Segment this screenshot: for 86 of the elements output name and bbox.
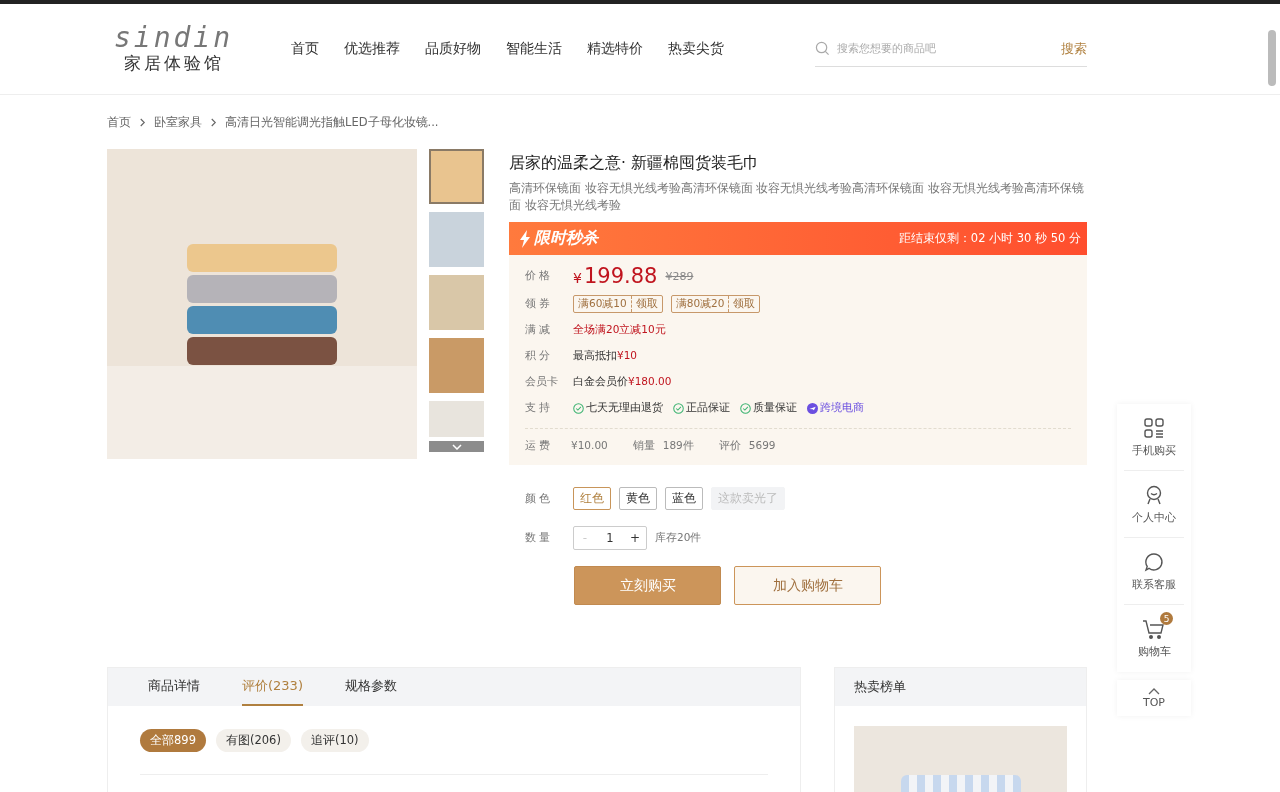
sale-price: ¥199.88 [573,264,658,288]
plane-icon [807,402,818,414]
thumbnail-photo-placeholder[interactable] [429,212,484,267]
product-title: 居家的温柔之意· 新疆棉囤货装毛巾 [509,153,760,174]
color-option[interactable]: 蓝色 [665,487,703,510]
nav-link[interactable]: 优选推荐 [344,40,400,58]
add-to-cart-button[interactable]: 加入购物车 [734,566,881,605]
original-price: ¥289 [665,269,694,283]
chevron-right-icon [139,117,146,127]
increase-button[interactable]: + [624,530,646,545]
cart-count-badge: 5 [1160,612,1173,625]
row-value: 白金会员价¥180.00 [573,375,672,389]
review-filter-chip[interactable]: 追评(10) [300,729,369,752]
thumbnail-photo-placeholder[interactable] [429,401,484,437]
guarantee-text: 正品保证 [686,401,730,415]
row-label: 满 减 [525,323,552,337]
row-label: 领 券 [525,297,552,311]
caret-up-icon [1148,687,1160,695]
check-circle-icon [673,402,684,414]
nav-link[interactable]: 品质好物 [425,40,481,58]
nav-link[interactable]: 精选特价 [587,40,643,58]
grid-icon [1143,416,1165,439]
chat-bubble-icon [1143,550,1165,573]
search-field[interactable]: 搜索您想要的商品吧 搜索 [815,31,1087,67]
logo-wordmark: sindin [113,23,234,52]
row-label: 颜 色 [525,491,552,506]
quantity-stepper[interactable]: - 1 + [573,525,647,550]
hot-list-title: 热卖榜单 [854,678,907,696]
row-label: 会员卡 [525,375,559,389]
search-button[interactable]: 搜索 [1061,39,1087,58]
nav-link[interactable]: 智能生活 [506,40,562,58]
color-option[interactable]: 黄色 [619,487,657,510]
stat-value: 189件 [662,439,694,453]
toolbar-item[interactable]: 手机购买 [1124,404,1184,471]
quantity-value: 1 [605,530,615,545]
stat-label: 运 费 [525,439,552,453]
breadcrumb-link[interactable]: 首页 [107,114,131,130]
thumbnail-photo-placeholder[interactable] [429,149,484,204]
row-value: 最高抵扣¥10 [573,349,638,363]
thumbnail-photo-placeholder[interactable] [429,275,484,330]
stock-text: 库存20件 [655,530,702,545]
check-circle-icon [740,402,751,414]
coupon-tag[interactable]: 满60减10 领取 [573,295,663,313]
row-label: 支 持 [525,401,552,415]
toolbar-item[interactable]: 联系客服 [1124,538,1184,605]
stat-value: 5699 [748,439,776,453]
search-icon [815,41,830,56]
thumbnail-photo-placeholder[interactable] [429,338,484,393]
coupon-text: 满80减20 [674,296,726,311]
breadcrumb-link[interactable]: 高清日光智能调光指触LED子母化妆镜... [225,114,439,130]
toolbar-item[interactable]: 个人中心 [1124,471,1184,538]
claim-link[interactable]: 领取 [728,296,760,312]
back-to-top-button[interactable]: TOP [1117,680,1191,716]
lightning-icon [519,229,531,248]
scroll-down-button[interactable] [429,441,484,452]
review-filter-chip[interactable]: 有图(206) [215,729,291,752]
countdown-text: 距结束仅剩：02 小时 30 秒 50 分 [898,231,1081,246]
product-subtitle: 高清环保镜面 妆容无惧光线考验高清环保镜面 妆容无惧光线考验高清环保镜面 妆容无惧光线考验高清环保镜面 妆容无惧光线考验 [509,180,1085,214]
coupon-text: 满60减10 [577,296,628,311]
stat-value: ¥10.00 [571,439,608,453]
guarantee-text: 七天无理由退货 [586,401,663,415]
color-option[interactable]: 红色 [573,487,611,510]
claim-link[interactable]: 领取 [630,296,662,312]
scrollbar-thumb[interactable] [1268,30,1276,86]
row-label: 数 量 [525,530,552,545]
promo-text: 全场满20立减10元 [573,323,666,337]
stat-label: 评价 [718,439,741,453]
breadcrumb-link[interactable]: 卧室家具 [154,114,202,130]
logo-subtitle: 家居体验馆 [123,51,224,75]
stat-label: 销量 [632,439,655,453]
check-circle-icon [573,402,584,414]
coupon-tag[interactable]: 满80减20 领取 [670,295,761,313]
cross-border-link[interactable]: 跨境电商 [820,401,864,415]
detail-tab[interactable]: 商品详情 [148,668,200,706]
nav-link[interactable]: 首页 [291,40,319,58]
guarantee-text: 质量保证 [753,401,797,415]
review-filter-chip[interactable]: 全部899 [140,729,206,752]
row-label: 价 格 [525,269,552,283]
chevron-right-icon [210,117,217,127]
detail-tab[interactable]: 规格参数 [344,668,397,706]
flash-sale-text: 限时秒杀 [534,228,598,249]
chevron-down-icon [451,443,462,450]
nav-link[interactable]: 热卖尖货 [668,40,724,58]
row-label: 积 分 [525,349,552,363]
cart-icon [1142,618,1166,640]
toolbar-item[interactable]: 5 购物车 [1124,605,1184,672]
